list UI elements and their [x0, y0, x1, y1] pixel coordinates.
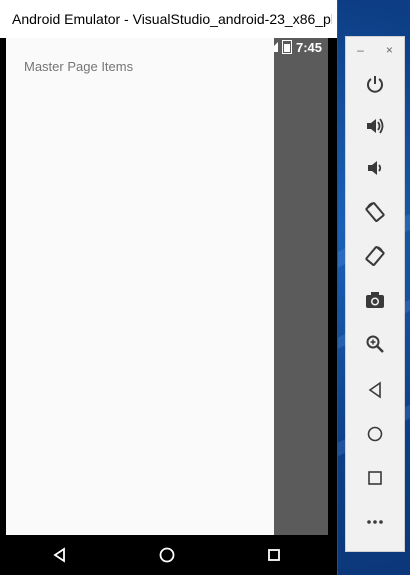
volume-up-button[interactable] — [360, 111, 390, 141]
home-icon — [159, 547, 175, 563]
android-nav-bar — [6, 535, 328, 575]
screenshot-button[interactable] — [360, 285, 390, 315]
rotate-right-button[interactable] — [360, 241, 390, 271]
more-icon — [367, 520, 383, 524]
volume-up-icon — [367, 118, 384, 134]
back-icon — [53, 547, 65, 563]
rotate-right-icon — [365, 246, 385, 266]
back-button[interactable] — [360, 375, 390, 405]
device-screen[interactable]: 7:45 Master Page Items — [6, 38, 328, 535]
nav-overview-button[interactable] — [254, 535, 294, 575]
power-icon — [367, 76, 383, 93]
back-icon — [368, 381, 381, 399]
status-time: 7:45 — [295, 39, 322, 55]
window-titlebar[interactable]: Android Emulator - VisualStudio_android-… — [0, 0, 337, 38]
camera-icon — [366, 292, 384, 308]
rotate-left-icon — [365, 202, 385, 222]
zoom-icon — [366, 335, 384, 353]
nav-back-button[interactable] — [40, 535, 80, 575]
navigation-drawer[interactable]: Master Page Items — [6, 38, 274, 535]
close-button[interactable]: × — [386, 43, 393, 59]
overview-button[interactable] — [360, 463, 390, 493]
window-title: Android Emulator - VisualStudio_android-… — [12, 11, 332, 27]
drawer-header: Master Page Items — [24, 59, 134, 74]
more-button[interactable] — [360, 507, 390, 537]
power-button[interactable] — [360, 69, 390, 99]
volume-down-icon — [368, 161, 382, 175]
nav-home-button[interactable] — [147, 535, 187, 575]
home-icon — [367, 426, 383, 442]
emulator-toolbar: – × — [345, 36, 405, 552]
volume-down-button[interactable] — [360, 153, 390, 183]
battery-icon — [281, 40, 292, 54]
overview-icon — [368, 471, 382, 485]
minimize-button[interactable]: – — [357, 43, 364, 59]
overview-icon — [268, 549, 281, 561]
home-button[interactable] — [360, 419, 390, 449]
emulator-window: Android Emulator - VisualStudio_android-… — [0, 0, 338, 575]
zoom-button[interactable] — [360, 329, 390, 359]
rotate-left-button[interactable] — [360, 197, 390, 227]
